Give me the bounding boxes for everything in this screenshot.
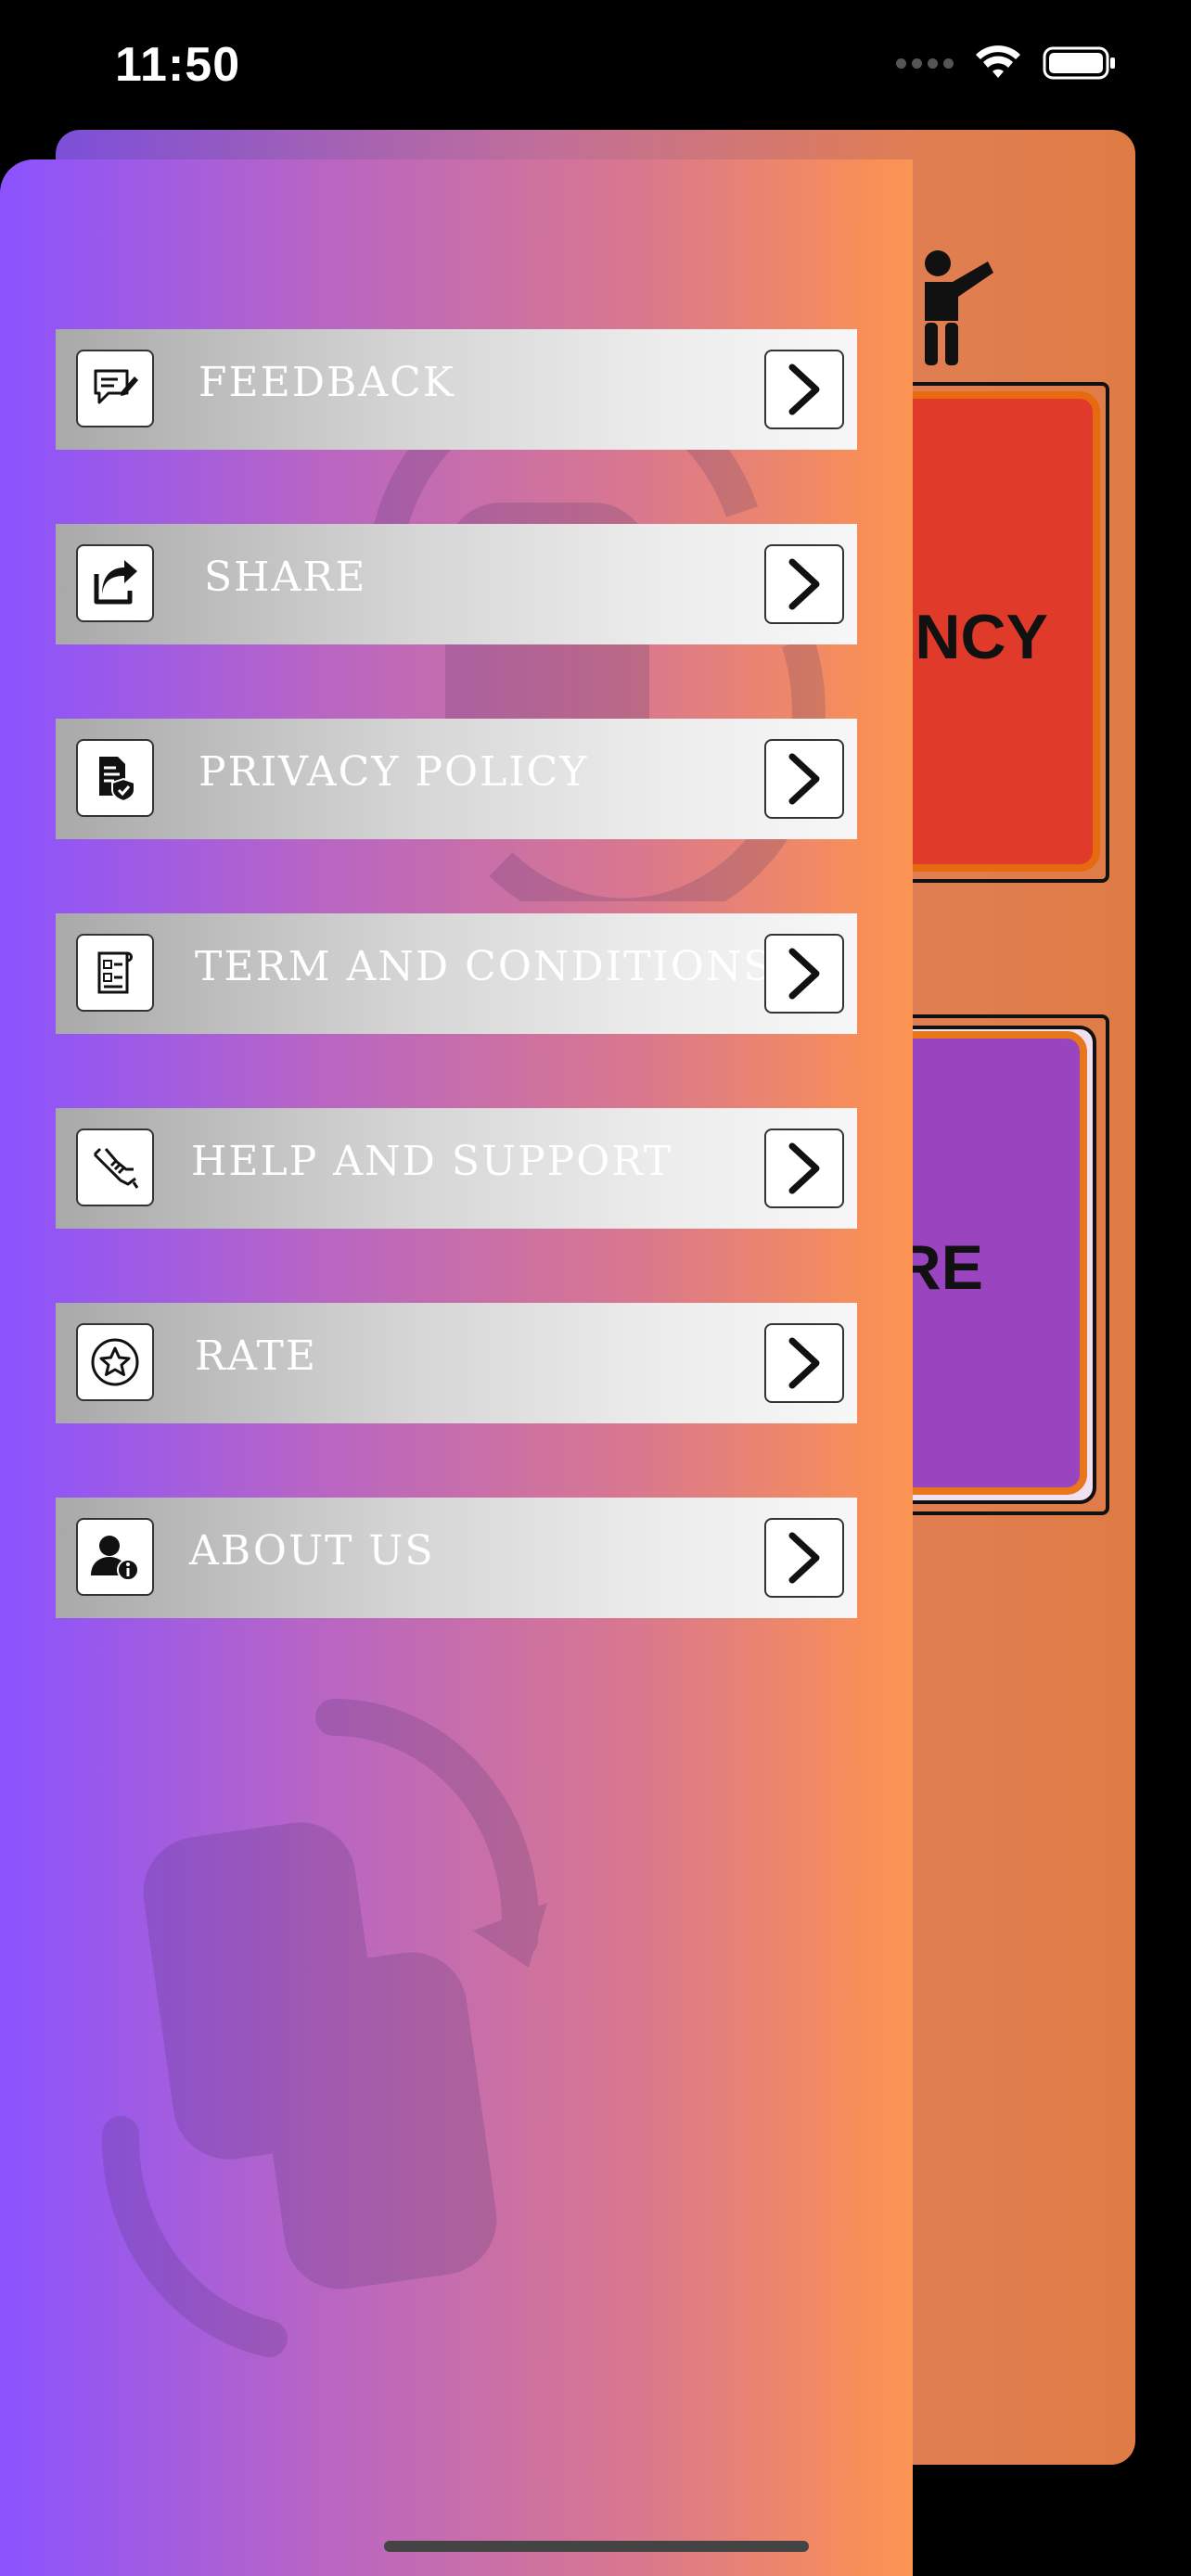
menu-item-label: FEEDBACK — [198, 359, 455, 406]
chevron-right-icon[interactable] — [764, 1129, 844, 1208]
menu-item-label: HELP AND SUPPORT — [191, 1138, 673, 1185]
about-us-icon — [76, 1518, 154, 1596]
feedback-icon — [76, 350, 154, 427]
terms-icon — [76, 934, 154, 1012]
status-bar: 11:50 — [0, 0, 1191, 130]
status-icons — [896, 45, 1117, 82]
rate-star-icon — [76, 1323, 154, 1401]
menu-item-privacy-policy[interactable]: PRIVACY POLICY — [56, 719, 857, 839]
chevron-right-icon[interactable] — [764, 1323, 844, 1403]
menu-item-rate[interactable]: RATE — [56, 1303, 857, 1423]
chevron-right-icon[interactable] — [764, 934, 844, 1014]
menu-item-label: ABOUT US — [189, 1527, 435, 1575]
menu-item-label: PRIVACY POLICY — [198, 748, 589, 796]
chevron-right-icon[interactable] — [764, 739, 844, 819]
chevron-right-icon[interactable] — [764, 1518, 844, 1598]
menu-item-about-us[interactable]: ABOUT US — [56, 1498, 857, 1618]
menu-item-label: RATE — [195, 1333, 317, 1380]
chevron-right-icon[interactable] — [764, 544, 844, 624]
wifi-icon — [976, 45, 1020, 78]
menu-item-label: SHARE — [204, 554, 367, 601]
chevron-right-icon[interactable] — [764, 350, 844, 429]
menu-item-help-and-support[interactable]: HELP AND SUPPORT — [56, 1108, 857, 1229]
menu-item-label: TERM AND CONDITIONS — [195, 943, 774, 990]
help-support-icon — [76, 1129, 154, 1206]
watermark-rotate-icon — [101, 1698, 547, 2357]
menu-item-share[interactable]: SHARE — [56, 524, 857, 644]
cellular-signal-icon — [896, 57, 954, 69]
privacy-policy-icon — [76, 739, 154, 817]
child-person-icon — [925, 250, 993, 365]
home-indicator[interactable] — [384, 2541, 809, 2552]
share-icon — [76, 544, 154, 622]
menu-item-terms-and-conditions[interactable]: TERM AND CONDITIONS — [56, 913, 857, 1034]
menu-item-feedback[interactable]: FEEDBACK — [56, 329, 857, 450]
status-time: 11:50 — [115, 38, 241, 92]
battery-icon — [1043, 46, 1115, 80]
side-drawer: FEEDBACK SHARE PRIVACY POLICY TERM AND C… — [0, 159, 913, 2576]
